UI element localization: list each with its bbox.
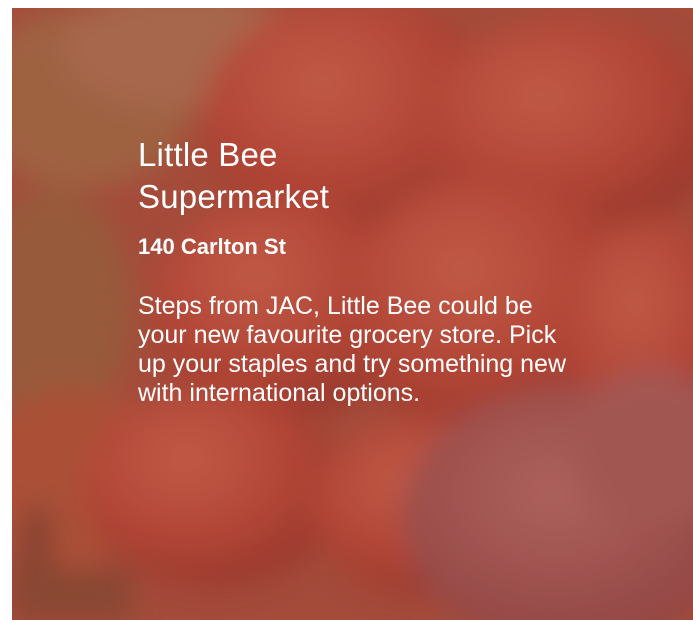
store-title: Little Bee Supermarket — [138, 136, 330, 215]
store-card: Little Bee Supermarket 140 Carlton St St… — [12, 8, 693, 620]
store-info: Little Bee Supermarket 140 Carlton St St… — [138, 134, 588, 408]
store-address: 140 Carlton St — [138, 234, 286, 259]
store-description: Steps from JAC, Little Bee could be your… — [138, 292, 567, 407]
